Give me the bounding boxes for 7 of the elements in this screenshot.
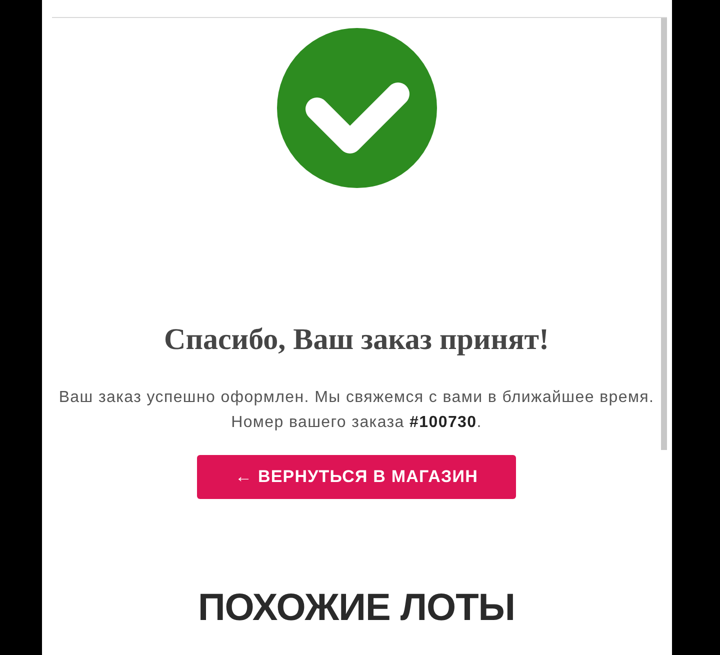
scrollbar[interactable] <box>661 18 667 450</box>
section-heading: ПОХОЖИЕ ЛОТЫ <box>198 586 516 631</box>
confirmation-message: Ваш заказ успешно оформлен. Мы свяжемся с вами в ближайшее время. <box>58 388 656 408</box>
check-circle-icon <box>276 28 436 188</box>
confirmation-title: Спасибо, Ваш заказ принят! <box>163 324 550 356</box>
back-to-shop-button[interactable]: ← ВЕРНУТЬСЯ В МАГАЗИН <box>197 455 516 499</box>
order-number-text: Номер вашего заказа #100730. <box>230 413 483 433</box>
